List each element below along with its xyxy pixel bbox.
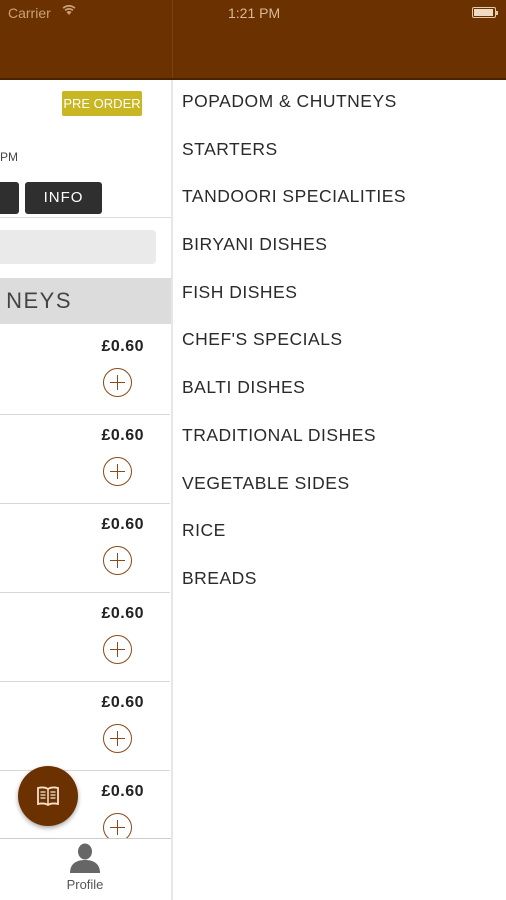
item-price: £0.60 [101,694,144,711]
restaurant-menu-panel: PRE ORDER PM INFO NEYS £0.60 £0.60 £0.60… [0,80,172,900]
item-price: £0.60 [101,516,144,533]
header-divider [172,0,173,78]
section-divider [0,217,172,218]
category-item[interactable]: VEGETABLE SIDES [182,471,502,519]
opening-time-fragment: PM [0,150,18,164]
add-icon[interactable] [103,368,132,397]
drawer-divider [171,80,173,900]
list-item: £0.60 [0,326,170,415]
add-icon[interactable] [103,635,132,664]
item-price: £0.60 [101,427,144,444]
category-item[interactable]: CHEF'S SPECIALS [182,327,502,375]
wifi-icon [62,5,76,15]
preorder-badge[interactable]: PRE ORDER [62,91,142,116]
list-item: £0.60 [0,682,170,771]
category-header-label: NEYS [6,288,72,313]
category-item[interactable]: BREADS [182,566,502,614]
add-icon[interactable] [103,546,132,575]
search-input[interactable] [0,230,156,264]
tab-profile[interactable]: Profile [55,843,115,892]
menu-book-icon [37,786,59,807]
tab-profile-label: Profile [66,877,104,892]
category-item[interactable]: STARTERS [182,137,502,185]
category-item[interactable]: POPADOM & CHUTNEYS [182,89,502,137]
item-price: £0.60 [101,338,144,355]
category-item[interactable]: RICE [182,518,502,566]
person-icon [70,843,100,873]
category-item[interactable]: BIRYANI DISHES [182,232,502,280]
category-item[interactable]: BALTI DISHES [182,375,502,423]
add-icon[interactable] [103,724,132,753]
menu-book-button[interactable] [18,766,78,826]
list-item: £0.60 [0,415,170,504]
add-icon[interactable] [103,457,132,486]
category-item[interactable]: TANDOORI SPECIALITIES [182,184,502,232]
info-button[interactable]: INFO [25,182,102,214]
status-time: 1:21 PM [228,5,281,21]
status-bar: Carrier 1:21 PM [0,0,506,80]
list-item: £0.60 [0,593,170,682]
item-price: £0.60 [101,605,144,622]
category-header: NEYS [0,278,172,324]
carrier-label: Carrier [8,5,51,21]
category-item[interactable]: TRADITIONAL DISHES [182,423,502,471]
category-item[interactable]: FISH DISHES [182,280,502,328]
menu-button[interactable] [0,182,19,214]
battery-icon [472,7,498,18]
category-drawer: POPADOM & CHUTNEYS STARTERS TANDOORI SPE… [182,89,502,614]
list-item: £0.60 [0,504,170,593]
tab-bar: Profile [0,838,172,900]
item-price: £0.60 [101,783,144,800]
